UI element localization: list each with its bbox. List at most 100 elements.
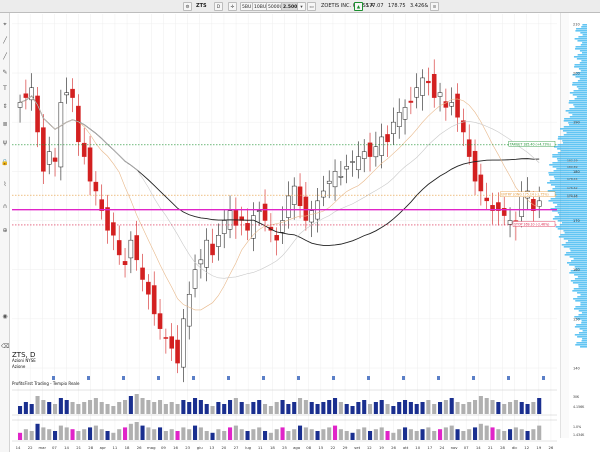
candle-body xyxy=(93,181,99,192)
volume-profile-bar xyxy=(578,286,587,288)
candle-body xyxy=(507,220,513,225)
volume-bar xyxy=(484,398,489,414)
candle-body xyxy=(116,240,122,256)
candle-body xyxy=(431,74,437,98)
volume-bar xyxy=(193,398,198,414)
volume-bar xyxy=(123,400,128,414)
volume-profile-bar xyxy=(558,236,587,238)
osc-bar xyxy=(216,429,221,440)
volume-profile-bar xyxy=(560,234,587,236)
volume-bar xyxy=(333,398,338,414)
x-tick-label: 09 xyxy=(161,445,166,450)
volume-profile-bar xyxy=(571,260,587,262)
price-chart[interactable]: TARGET 185.40 (+4,73%) ENTRY LONG 175,14 … xyxy=(0,0,600,452)
volume-profile-bar xyxy=(552,210,587,212)
osc-bar xyxy=(338,429,343,440)
volume-profile-bar xyxy=(578,314,587,316)
x-tick-label: giu xyxy=(197,445,203,450)
volume-profile-bar xyxy=(548,172,587,174)
volume-profile-bar xyxy=(564,232,587,234)
volume-bar xyxy=(163,404,168,414)
volume-bar xyxy=(198,400,203,414)
candle-body xyxy=(163,337,169,339)
osc-bar xyxy=(403,427,408,440)
volume-profile-bar xyxy=(580,294,587,296)
volume-bar xyxy=(338,402,343,414)
y-tick-label: 170 xyxy=(573,219,580,223)
volume-profile-bar xyxy=(575,300,587,302)
candle-body xyxy=(105,207,110,231)
volume-profile-bar xyxy=(576,28,587,30)
osc-bar xyxy=(473,427,478,440)
candle-body xyxy=(146,281,151,295)
candle-body xyxy=(262,203,268,221)
osc-bar xyxy=(99,429,104,440)
candle-body xyxy=(186,294,192,327)
volume-bar xyxy=(76,404,81,414)
volume-profile-bar xyxy=(580,32,587,34)
volume-bar xyxy=(443,400,448,414)
volume-profile-bar xyxy=(554,206,587,208)
osc-bar xyxy=(123,427,128,440)
instrument-type: Azione xyxy=(12,364,26,369)
volume-bar xyxy=(426,400,431,414)
volume-profile-bar xyxy=(557,152,587,154)
candle-body xyxy=(321,190,326,198)
volume-bar xyxy=(64,400,69,414)
osc-bar xyxy=(158,427,163,440)
volume-profile-bar xyxy=(574,274,587,276)
volume-bar xyxy=(82,402,87,414)
volume-bar xyxy=(187,402,192,414)
volume-profile-bar xyxy=(577,40,587,42)
vol-value-label: 4.156K xyxy=(573,405,585,409)
candle-body xyxy=(111,222,116,236)
x-tick-label: ago xyxy=(293,445,301,450)
volume-bar xyxy=(356,402,361,414)
candle-body xyxy=(373,146,379,158)
osc-bar xyxy=(443,427,448,440)
volume-profile-bar xyxy=(570,250,587,252)
osc-bar xyxy=(111,432,116,440)
volume-profile-bar xyxy=(580,70,587,72)
osc-bar xyxy=(432,431,437,440)
volume-bar xyxy=(35,396,40,414)
event-marker xyxy=(87,376,90,380)
volume-bar xyxy=(298,398,303,414)
candle-body xyxy=(256,210,262,212)
volume-profile-bar xyxy=(579,328,587,330)
volume-profile-bar xyxy=(574,106,587,108)
volume-profile-bar xyxy=(574,64,587,66)
volume-profile-bar xyxy=(582,34,587,36)
event-marker xyxy=(402,376,405,380)
candle-body xyxy=(274,235,279,241)
volume-profile-bar xyxy=(572,282,587,284)
volume-profile-bar xyxy=(580,44,587,46)
volume-bar xyxy=(228,400,233,414)
candle-body xyxy=(472,150,478,182)
volume-profile-bar xyxy=(573,258,587,260)
volume-profile-bar xyxy=(582,24,587,26)
volume-profile-bar xyxy=(581,52,587,54)
candle-body xyxy=(204,239,210,268)
osc-bar xyxy=(333,425,338,440)
volume-profile-bar xyxy=(578,36,587,38)
x-tick-label: 12 xyxy=(524,445,529,450)
x-tick-label: nov xyxy=(451,445,459,450)
volume-bar xyxy=(362,400,367,414)
volume-profile-bar xyxy=(566,262,587,264)
price-tag-p1: 182.29 xyxy=(567,158,578,162)
osc-bar xyxy=(327,427,332,440)
candle-body xyxy=(350,161,355,163)
volume-bar xyxy=(321,402,326,414)
volume-bar xyxy=(70,402,75,414)
osc-bar xyxy=(280,427,285,440)
volume-bar xyxy=(309,402,314,414)
x-tick-label: mag xyxy=(147,445,156,450)
candle-body xyxy=(169,336,175,349)
osc-bar xyxy=(210,432,215,440)
volume-bar xyxy=(128,396,133,414)
volume-profile-bar xyxy=(562,142,587,144)
volume-profile-bar xyxy=(577,276,587,278)
candle-body xyxy=(245,223,250,231)
volume-profile-bar xyxy=(561,244,587,246)
